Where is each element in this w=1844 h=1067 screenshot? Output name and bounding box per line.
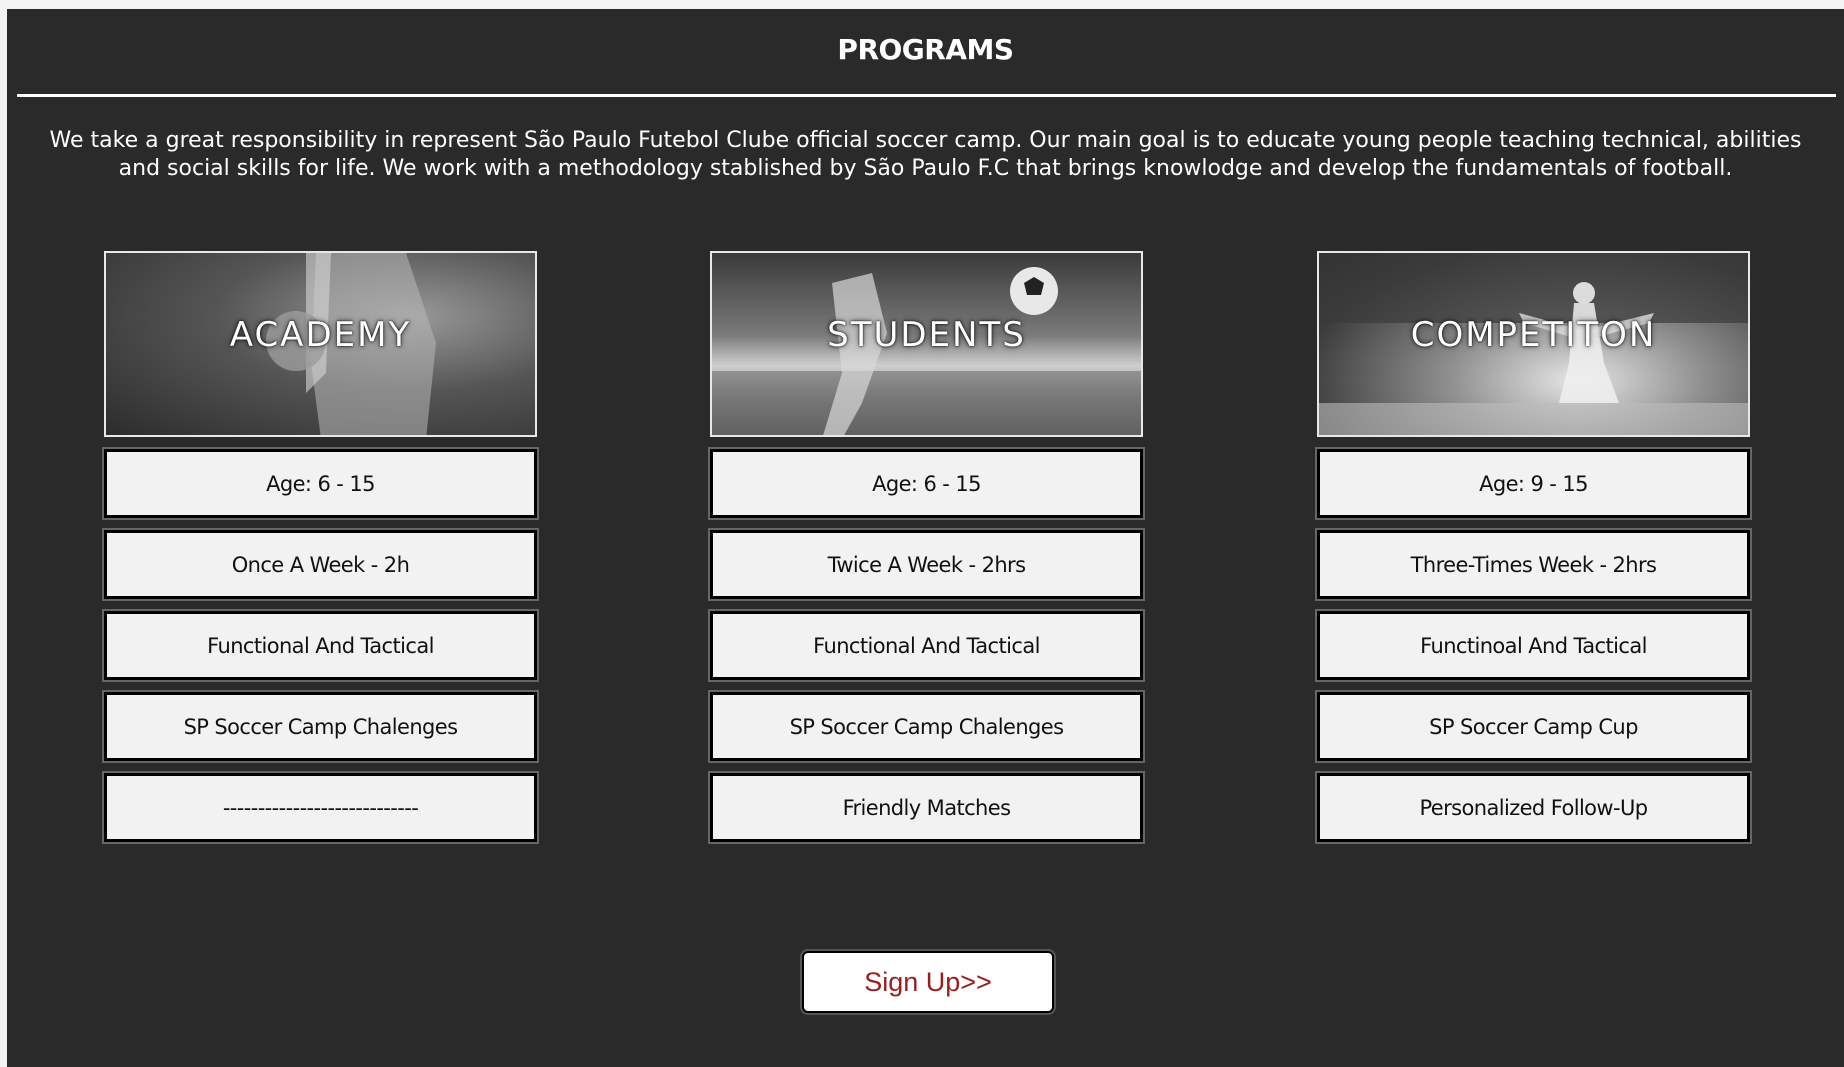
program-detail-extra: Personalized Follow-Up bbox=[1317, 773, 1750, 842]
program-detail-training: Functional And Tactical bbox=[104, 611, 537, 680]
program-banner-competition[interactable]: COMPETITON bbox=[1317, 251, 1750, 437]
program-detail-frequency: Once A Week - 2h bbox=[104, 530, 537, 599]
program-title-competition: COMPETITON bbox=[1410, 315, 1657, 355]
program-detail-age: Age: 6 - 15 bbox=[710, 449, 1143, 518]
program-detail-training: Functinoal And Tactical bbox=[1317, 611, 1750, 680]
program-detail-training: Functional And Tactical bbox=[710, 611, 1143, 680]
program-detail-challenge: SP Soccer Camp Cup bbox=[1317, 692, 1750, 761]
title-divider bbox=[17, 94, 1836, 97]
program-banner-students[interactable]: STUDENTS bbox=[710, 251, 1143, 437]
program-card-competition: COMPETITON Age: 9 - 15 Three-Times Week … bbox=[1317, 251, 1750, 842]
program-detail-challenge: SP Soccer Camp Chalenges bbox=[710, 692, 1143, 761]
programs-section: PROGRAMS We take a great responsibility … bbox=[7, 9, 1844, 1067]
program-detail-age: Age: 6 - 15 bbox=[104, 449, 537, 518]
program-card-students: STUDENTS Age: 6 - 15 Twice A Week - 2hrs… bbox=[710, 251, 1143, 842]
program-detail-extra: Friendly Matches bbox=[710, 773, 1143, 842]
program-title-students: STUDENTS bbox=[827, 315, 1026, 355]
program-detail-frequency: Three-Times Week - 2hrs bbox=[1317, 530, 1750, 599]
program-title-academy: ACADEMY bbox=[229, 315, 412, 355]
page-title: PROGRAMS bbox=[837, 33, 1014, 66]
program-detail-frequency: Twice A Week - 2hrs bbox=[710, 530, 1143, 599]
sign-up-button[interactable]: Sign Up>> bbox=[802, 951, 1054, 1013]
program-card-academy: ACADEMY Age: 6 - 15 Once A Week - 2h Fun… bbox=[104, 251, 537, 842]
program-detail-age: Age: 9 - 15 bbox=[1317, 449, 1750, 518]
intro-paragraph: We take a great responsibility in repres… bbox=[49, 128, 1802, 181]
program-detail-extra: ---------------------------- bbox=[104, 773, 537, 842]
program-banner-academy[interactable]: ACADEMY bbox=[104, 251, 537, 437]
program-detail-challenge: SP Soccer Camp Chalenges bbox=[104, 692, 537, 761]
